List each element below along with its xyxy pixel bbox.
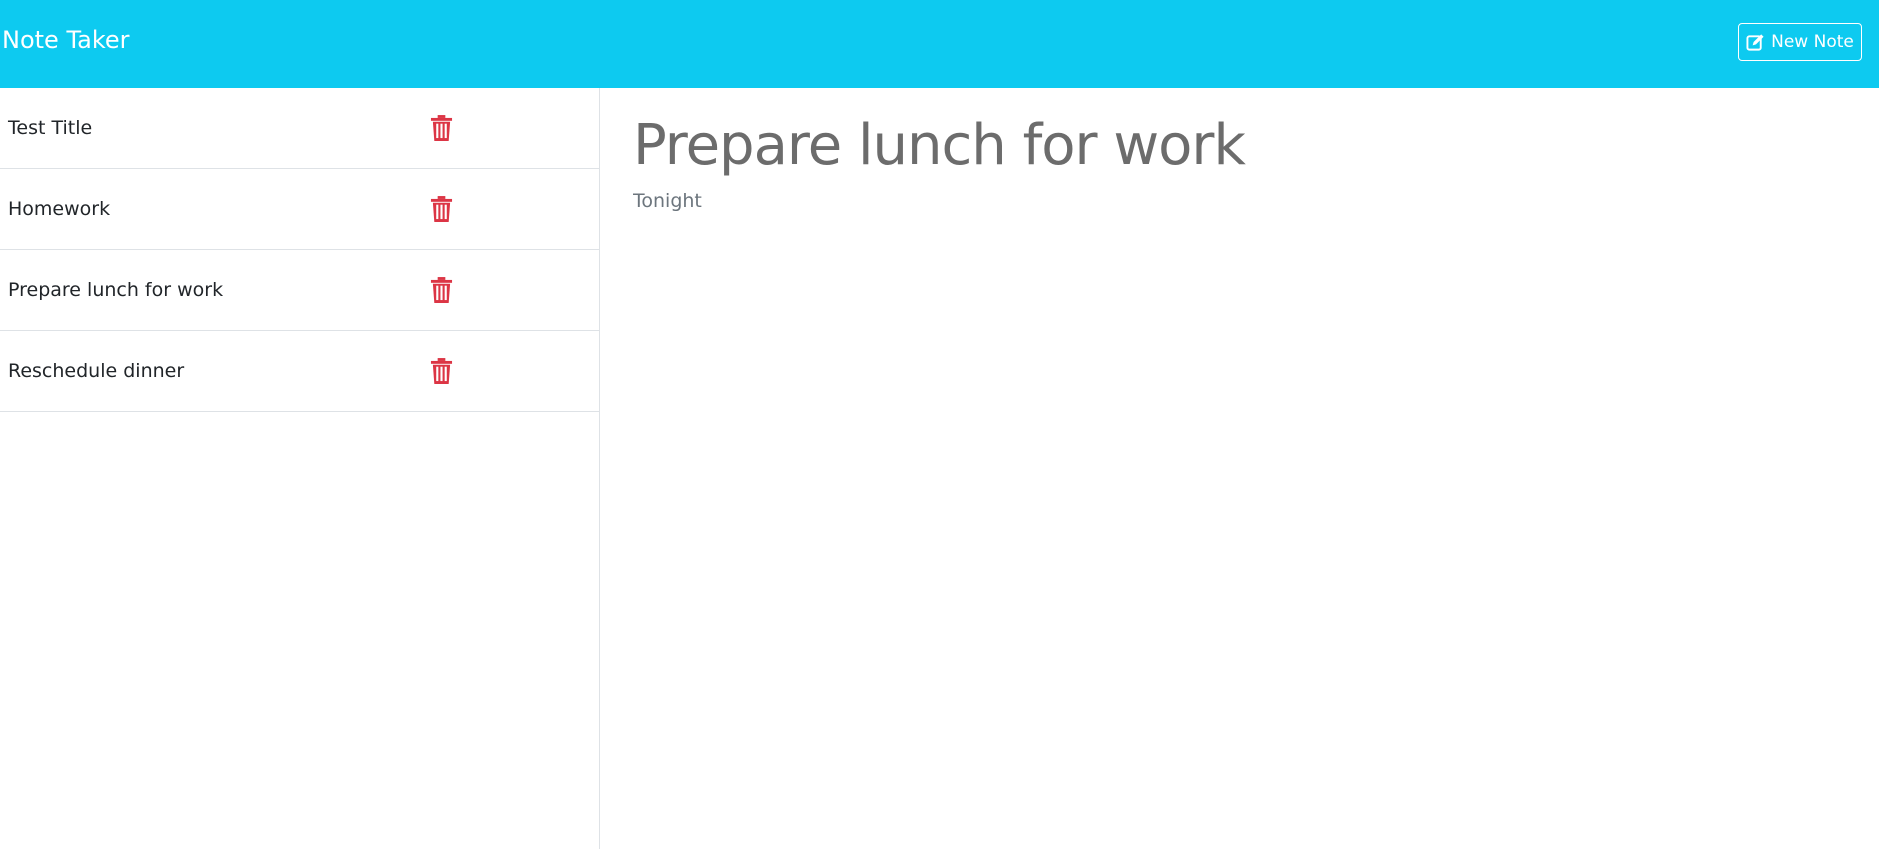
pen-to-square-icon — [1746, 33, 1765, 52]
list-item[interactable]: Test Title — [0, 88, 599, 169]
trash-icon[interactable] — [430, 277, 453, 303]
trash-icon[interactable] — [430, 358, 453, 384]
new-note-label: New Note — [1771, 32, 1854, 52]
note-text-input[interactable]: Tonight — [633, 188, 1833, 788]
note-editor: Tonight — [600, 88, 1879, 849]
note-list-title: Prepare lunch for work — [8, 279, 224, 301]
list-item[interactable]: Reschedule dinner — [0, 331, 599, 412]
trash-icon[interactable] — [430, 196, 453, 222]
brand-title[interactable]: Note Taker — [2, 24, 130, 56]
trash-icon[interactable] — [430, 115, 453, 141]
list-item[interactable]: Prepare lunch for work — [0, 250, 599, 331]
notes-sidebar: Test Title Homework Prepare lunch for wo… — [0, 88, 600, 849]
navbar: Note Taker New Note — [0, 0, 1879, 88]
note-list: Test Title Homework Prepare lunch for wo… — [0, 88, 599, 412]
note-list-title: Test Title — [8, 117, 93, 139]
note-list-title: Homework — [8, 198, 111, 220]
note-title-input[interactable] — [633, 106, 1833, 184]
new-note-button[interactable]: New Note — [1738, 23, 1862, 61]
list-item[interactable]: Homework — [0, 169, 599, 250]
note-list-title: Reschedule dinner — [8, 360, 185, 382]
